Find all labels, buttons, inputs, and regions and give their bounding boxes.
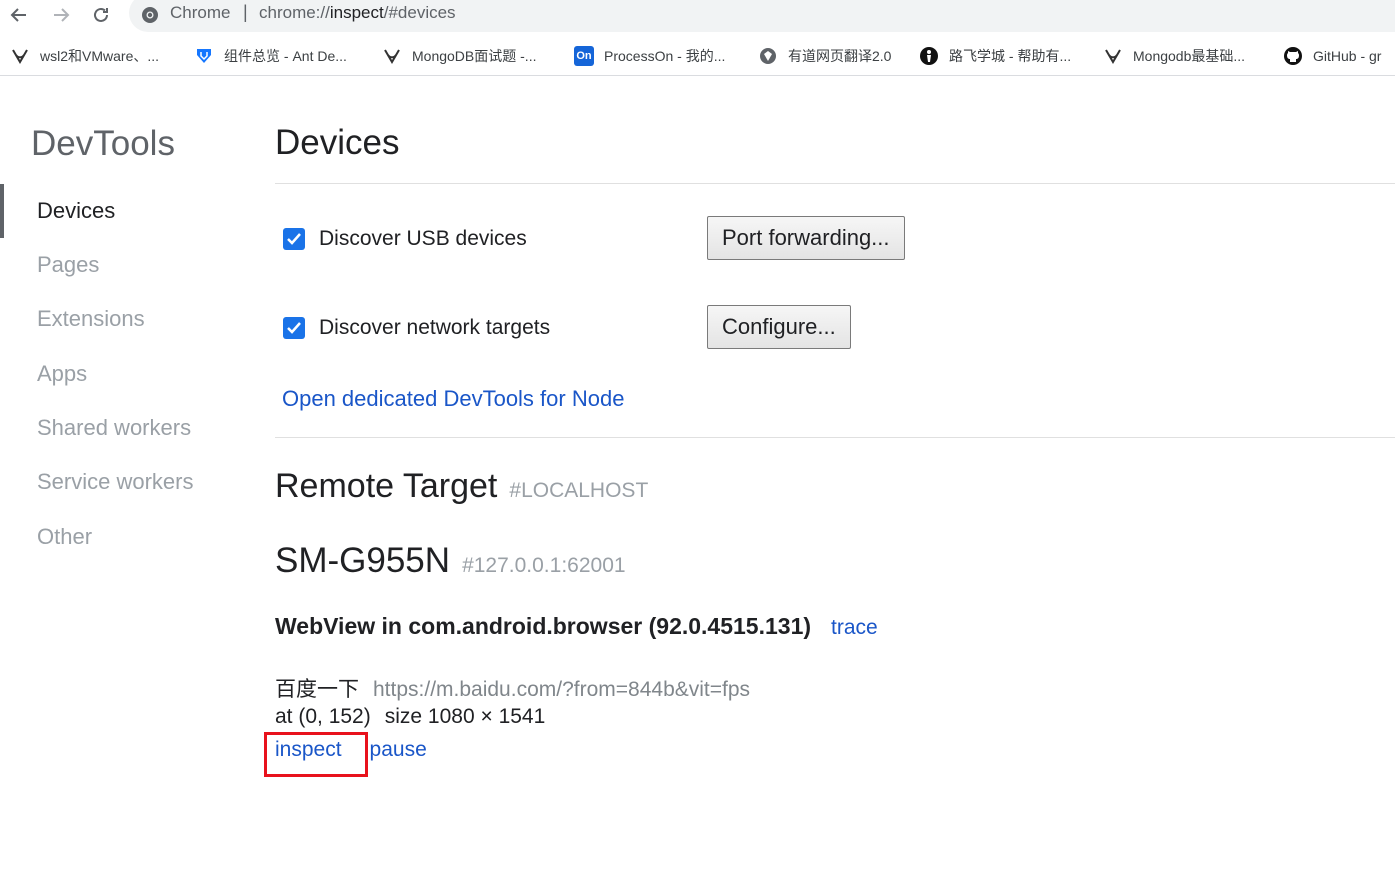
sidebar-item-other[interactable]: Other	[0, 510, 250, 564]
remote-target-title: Remote Target	[275, 467, 498, 505]
bookmark-label: GitHub - gr	[1313, 48, 1382, 64]
main-content: Devices Discover USB devices Port forwar…	[275, 78, 1395, 883]
arrow-right-icon	[54, 8, 70, 22]
discover-network-checkbox[interactable]	[283, 317, 305, 339]
bookmark-label: ProcessOn - 我的...	[604, 48, 726, 64]
remote-target-heading: Remote Target #LOCALHOST	[275, 467, 648, 506]
checkmark-icon	[287, 322, 301, 334]
sidebar: DevTools Devices Pages Extensions Apps S…	[0, 78, 250, 883]
github-icon	[1283, 46, 1303, 66]
open-node-devtools-link[interactable]: Open dedicated DevTools for Node	[282, 386, 624, 412]
bookmark-item[interactable]: 有道网页翻译2.0	[758, 46, 891, 66]
bookmark-item[interactable]: Mongodb最基础...	[1103, 46, 1245, 66]
bookmark-item[interactable]: GitHub - gr	[1283, 46, 1381, 66]
bookmark-label: Mongodb最基础...	[1133, 48, 1246, 64]
divider	[275, 183, 1395, 184]
address-bar[interactable]: Chrome | chrome://inspect/#devices	[129, 0, 1395, 32]
target-page-row: 百度一下 https://m.baidu.com/?from=844b&vit=…	[275, 673, 750, 703]
yuque-icon	[1103, 46, 1123, 66]
page-title: Devices	[275, 123, 400, 162]
webview-title: WebView in com.android.browser (92.0.451…	[275, 613, 812, 639]
processon-icon: On	[574, 46, 594, 66]
bookmark-item[interactable]: On ProcessOn - 我的...	[574, 46, 725, 66]
site-chip: Chrome	[170, 3, 231, 22]
yuque-icon	[382, 46, 402, 66]
webview-heading: WebView in com.android.browser (92.0.451…	[275, 613, 878, 640]
bookmark-label: 有道网页翻译2.0	[788, 48, 892, 64]
bookmark-item[interactable]: wsl2和VMware、...	[10, 46, 159, 66]
divider	[275, 437, 1395, 438]
discover-usb-label: Discover USB devices	[319, 227, 527, 250]
discover-network-label: Discover network targets	[319, 316, 551, 339]
sidebar-item-pages[interactable]: Pages	[0, 238, 250, 292]
highlight-annotation	[264, 732, 368, 777]
url-host: inspect	[329, 3, 384, 22]
bookmark-item[interactable]: 组件总览 - Ant De...	[194, 46, 347, 66]
device-address: #127.0.0.1:62001	[462, 554, 626, 577]
sidebar-title: DevTools	[31, 124, 175, 163]
target-geometry-row: at (0, 152) size 1080 × 1541	[275, 705, 545, 729]
omnibox-separator: |	[243, 2, 248, 22]
configure-button[interactable]: Configure...	[707, 305, 851, 349]
discover-usb-row: Discover USB devices	[283, 224, 527, 254]
pause-link[interactable]: pause	[370, 738, 427, 761]
discover-usb-checkbox[interactable]	[283, 228, 305, 250]
sidebar-item-apps[interactable]: Apps	[0, 347, 250, 401]
target-size: size 1080 × 1541	[384, 705, 546, 728]
sidebar-item-devices[interactable]: Devices	[0, 184, 250, 238]
bookmark-label: wsl2和VMware、...	[40, 48, 160, 64]
yuque-icon	[10, 46, 30, 66]
reload-button[interactable]	[88, 2, 114, 28]
device-heading: SM-G955N #127.0.0.1:62001	[275, 541, 626, 581]
reload-icon	[94, 7, 108, 22]
chrome-icon	[142, 7, 158, 23]
bookmarks-bar: wsl2和VMware、... 组件总览 - Ant De... MongoDB…	[0, 36, 1395, 76]
url-text: chrome://inspect/#devices	[259, 3, 456, 23]
url-path: /#devices	[383, 3, 456, 22]
sidebar-item-service-workers[interactable]: Service workers	[0, 455, 250, 509]
device-name: SM-G955N	[275, 541, 451, 580]
back-button[interactable]	[6, 2, 32, 28]
ant-design-icon	[194, 46, 214, 66]
remote-target-subtitle: #LOCALHOST	[509, 479, 649, 502]
discover-network-row: Discover network targets	[283, 313, 550, 343]
bookmark-item[interactable]: MongoDB面试题 -...	[382, 46, 536, 66]
arrow-left-icon	[10, 8, 26, 22]
browser-toolbar: Chrome | chrome://inspect/#devices	[0, 0, 1395, 32]
checkmark-icon	[287, 233, 301, 245]
url-scheme: chrome://	[259, 3, 330, 22]
target-page-url: https://m.baidu.com/?from=844b&vit=fps	[373, 678, 751, 701]
sidebar-item-shared-workers[interactable]: Shared workers	[0, 401, 250, 455]
trace-link[interactable]: trace	[831, 616, 878, 640]
globe-icon	[758, 46, 778, 66]
target-position: at (0, 152)	[275, 705, 371, 728]
sidebar-item-extensions[interactable]: Extensions	[0, 292, 250, 346]
target-page-title: 百度一下	[275, 678, 359, 701]
bookmark-item[interactable]: 路飞学城 - 帮助有...	[919, 46, 1071, 66]
bookmark-label: MongoDB面试题 -...	[412, 48, 537, 64]
bookmark-label: 组件总览 - Ant De...	[224, 48, 347, 64]
forward-button[interactable]	[48, 2, 74, 28]
port-forwarding-button[interactable]: Port forwarding...	[707, 216, 905, 260]
luffy-icon	[919, 46, 939, 66]
bookmark-label: 路飞学城 - 帮助有...	[949, 48, 1072, 64]
